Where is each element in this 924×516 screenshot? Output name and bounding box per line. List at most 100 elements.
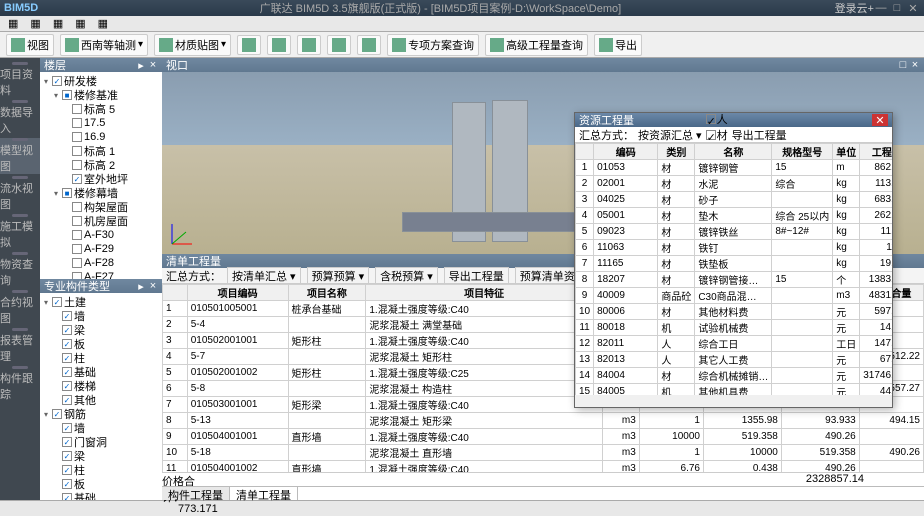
tree-item[interactable]: ▾■楼修幕墙 <box>42 186 160 200</box>
tree-item[interactable]: A-F28 <box>42 256 160 270</box>
toolbar-button[interactable] <box>237 35 261 55</box>
summary-mode[interactable]: 按资源汇总 ▾ <box>638 127 702 143</box>
tree-item[interactable]: 17.5 <box>42 116 160 130</box>
menu-item[interactable]: ▦ <box>26 17 44 30</box>
menu-item[interactable]: ▦ <box>71 17 89 30</box>
tree-item[interactable]: ✓楼梯 <box>42 379 160 393</box>
table-row[interactable]: 818207材镀锌钢管接…15个1383.8410.52719.6 <box>576 272 893 288</box>
table-row[interactable]: 1080006材其他材料费元597.8281597.83 <box>576 304 893 320</box>
table-row[interactable]: 202001材水泥综合kg113.2770.3741.91 <box>576 176 893 192</box>
toolbar-button[interactable] <box>357 35 381 55</box>
maximize-button[interactable]: □ <box>890 2 904 14</box>
budget-btn[interactable]: 预算预算 ▾ <box>307 267 370 285</box>
tree-item[interactable]: ✓基础 <box>42 491 160 500</box>
tree-item[interactable]: 机房屋面 <box>42 214 160 228</box>
col-header: 工程量 <box>860 144 892 160</box>
tree-item[interactable]: 标高 5 <box>42 102 160 116</box>
toolbar-button[interactable]: 视图 <box>6 34 54 56</box>
close-button[interactable]: ✕ <box>906 2 920 14</box>
toolbar-button[interactable]: 高级工程量查询 <box>485 34 588 56</box>
nav-施工模拟[interactable]: 施工模拟 <box>0 214 40 250</box>
toolbar-button[interactable] <box>267 35 291 55</box>
tab-list-qty[interactable]: 清单工程量 <box>230 487 298 500</box>
pin-icon[interactable]: ▸ <box>136 59 146 72</box>
table-row[interactable]: 101053材镀锌钢管15m862.2593.993440.41 <box>576 160 893 176</box>
table-row[interactable]: 1484004材综合机械摊销…元31746.666131746.65 <box>576 368 893 384</box>
filter-人[interactable]: ✓人 <box>706 111 728 127</box>
table-row[interactable]: 611063材铁钉kg11.957.286.04 <box>576 240 893 256</box>
export-qty-btn[interactable]: 导出工程量 <box>444 267 509 285</box>
tree-item[interactable]: 16.9 <box>42 130 160 144</box>
tree-item[interactable]: ✓门窗洞 <box>42 435 160 449</box>
toolbar-button[interactable]: 专项方案查询 <box>387 34 479 56</box>
menu-item[interactable]: ▦ <box>4 17 22 30</box>
close-icon[interactable]: × <box>148 59 158 72</box>
tree-item[interactable]: ▾■楼修基准 <box>42 88 160 102</box>
tree-item[interactable]: ✓梁 <box>42 449 160 463</box>
cloud-login[interactable]: 登录云+ <box>835 0 874 16</box>
toolbar-button[interactable] <box>297 35 321 55</box>
nav-报表管理[interactable]: 报表管理 <box>0 328 40 364</box>
tree-item[interactable]: ✓基础 <box>42 365 160 379</box>
nav-数据导入[interactable]: 数据导入 <box>0 100 40 136</box>
tree-item[interactable]: ✓柱 <box>42 463 160 477</box>
tab-component-qty[interactable]: 构件工程量 <box>162 487 230 500</box>
table-row[interactable]: 1584005机其他机具费元44.943144.94 <box>576 384 893 396</box>
col-header: 类别 <box>658 144 695 160</box>
close-icon[interactable]: × <box>910 59 920 71</box>
tree-item[interactable]: ▾✓钢筋 <box>42 407 160 421</box>
max-icon[interactable]: □ <box>898 59 908 71</box>
floor-panel-title: 楼层 <box>44 57 66 73</box>
toolbar-button[interactable]: 材质贴图 ▾ <box>154 34 231 56</box>
toolbar-button[interactable]: 西南等轴测 ▾ <box>60 34 148 56</box>
tree-item[interactable]: ✓墙 <box>42 421 160 435</box>
tree-item[interactable]: ✓梁 <box>42 323 160 337</box>
minimize-button[interactable]: — <box>874 2 888 14</box>
tax-budget-btn[interactable]: 含税预算 ▾ <box>375 267 438 285</box>
tree-item[interactable]: ✓板 <box>42 337 160 351</box>
nav-物资查询[interactable]: 物资查询 <box>0 252 40 288</box>
table-row[interactable]: 405001材垫木综合 25以内kg262.0590.45117.93 <box>576 208 893 224</box>
toolbar-button[interactable]: 导出 <box>594 34 642 56</box>
total-value: 2328857.14 <box>784 473 864 486</box>
tree-item[interactable]: ✓其他 <box>42 393 160 407</box>
close-icon[interactable]: × <box>148 280 158 293</box>
tree-item[interactable]: ✓墙 <box>42 309 160 323</box>
summary-mode[interactable]: 按清单汇总 ▾ <box>227 267 301 285</box>
tree-item[interactable]: ✓板 <box>42 477 160 491</box>
nav-模型视图[interactable]: 模型视图 <box>0 138 40 174</box>
tree-item[interactable]: ✓室外地坪 <box>42 172 160 186</box>
table-row[interactable]: 1282011人综合工日工日147.09132.534784.88 <box>576 336 893 352</box>
col-header: 名称 <box>695 144 772 160</box>
tree-item[interactable]: ▾✓研发楼 <box>42 74 160 88</box>
col-header: 规格型号 <box>772 144 833 160</box>
table-row[interactable]: 304025材砂子kg683.0440.0427.32 <box>576 192 893 208</box>
pin-icon[interactable]: ▸ <box>136 280 146 293</box>
nav-合约视图[interactable]: 合约视图 <box>0 290 40 326</box>
table-row[interactable]: 11010504001002直形墙1.混凝土强度等级:C40m36.760.43… <box>163 461 924 473</box>
export-qty-btn[interactable]: 导出工程量 <box>732 127 787 143</box>
table-row[interactable]: 85-13泥浆混凝土 矩形梁m311355.9893.933494.15 <box>163 413 924 429</box>
table-row[interactable]: 1180018机试验机械费元14.5644806990.72 <box>576 320 893 336</box>
toolbar-button[interactable] <box>327 35 351 55</box>
nav-流水视图[interactable]: 流水视图 <box>0 176 40 212</box>
tree-item[interactable]: A-F29 <box>42 242 160 256</box>
table-row[interactable]: 105-18泥浆混凝土 直形墙m3110000519.358490.26 <box>163 445 924 461</box>
tree-item[interactable]: 标高 1 <box>42 144 160 158</box>
tree-item[interactable]: ▾✓土建 <box>42 295 160 309</box>
table-row[interactable]: 940009商品砼C30商品混…m34831.7134101981002.39 <box>576 288 893 304</box>
menu-item[interactable]: ▦ <box>94 17 112 30</box>
table-row[interactable]: 1382013人其它人工费元67.628167.63 <box>576 352 893 368</box>
table-row[interactable]: 9010504001001直形墙1.混凝土强度等级:C40m310000519.… <box>163 429 924 445</box>
tree-item[interactable]: 构架屋面 <box>42 200 160 214</box>
menu-item[interactable]: ▦ <box>49 17 67 30</box>
close-button[interactable]: ✕ <box>872 114 888 126</box>
filter-材[interactable]: ✓材 <box>706 127 728 143</box>
nav-项目资料[interactable]: 项目资料 <box>0 62 40 98</box>
nav-构件跟踪[interactable]: 构件跟踪 <box>0 366 40 402</box>
tree-item[interactable]: ✓柱 <box>42 351 160 365</box>
table-row[interactable]: 509023材镀锌铁丝8#~12#kg11.8353.8545.56 <box>576 224 893 240</box>
tree-item[interactable]: 标高 2 <box>42 158 160 172</box>
tree-item[interactable]: A-F30 <box>42 228 160 242</box>
table-row[interactable]: 711165材铁垫板kg19.4434.6790.8 <box>576 256 893 272</box>
